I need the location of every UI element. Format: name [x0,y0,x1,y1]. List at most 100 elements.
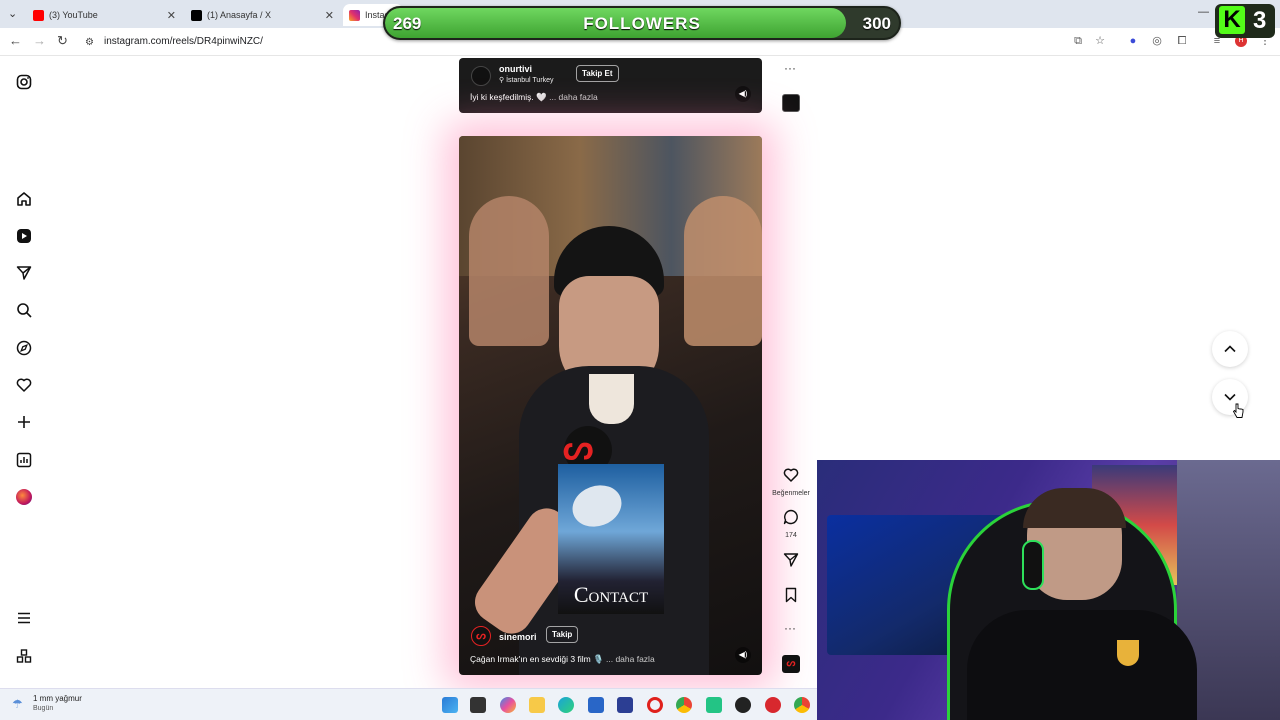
reel-caption: İyi ki keşfedilmiş. 🤍 ... daha fazla [470,92,598,103]
app-icon[interactable] [706,697,722,713]
speaker-icon[interactable]: ◀) [735,86,751,102]
badge-number: 3 [1253,7,1267,34]
rain-cloud-icon: ☂ [12,697,23,711]
comments-count: 174 [785,532,797,539]
kick-logo: K [1219,6,1245,34]
team-crest [1117,640,1139,666]
caption-text: İyi ki keşfedilmiş. 🤍 [470,92,547,102]
tab-x[interactable]: (1) Anasayfa / X ✕ [185,4,340,26]
obs-icon[interactable] [735,697,751,713]
stream-badge: K 3 [1215,4,1275,38]
weather-subtext: Bugün [33,705,54,712]
more-options-icon[interactable]: ··· [784,621,796,635]
save-button[interactable] [780,587,802,608]
tab-label: (3) YouTube [49,10,98,20]
follow-button[interactable]: Takip [546,626,579,643]
bookmark-star-icon[interactable]: ☆ [1094,35,1106,47]
reel-location[interactable]: ⚲ İstanbul Turkey [499,76,554,84]
install-icon[interactable]: ⧉ [1072,35,1084,47]
contact-movie-poster: Contact [558,464,664,614]
reload-icon[interactable]: ↻ [57,34,68,48]
more-link[interactable]: ... daha fazla [549,92,598,102]
avatar[interactable]: ᔕ [471,626,491,646]
task-view-icon[interactable] [470,697,486,713]
site-info-icon[interactable]: ⚙ [85,36,94,50]
poster-face-left [469,196,549,346]
dashboard-icon[interactable] [15,451,33,469]
search-icon[interactable] [15,301,33,319]
follow-button[interactable]: Takip Et [576,65,619,82]
extension-icon[interactable]: ◎ [1151,35,1163,47]
weather-text: 1 mm yağmur [33,694,82,703]
person-shirt [589,374,634,424]
sinemori-logo: ᔕ [563,429,594,467]
speaker-icon[interactable]: ◀) [735,647,751,663]
more-link[interactable]: ... daha fazla [606,654,655,664]
webcam-overlay [817,460,1280,720]
avatar[interactable] [471,66,491,86]
reel-video[interactable]: ᔕ Contact ᔕ sinemori Takip Çağan Irmak'ı… [459,136,762,675]
back-icon[interactable]: ← [9,34,22,48]
comment-icon [783,509,798,525]
reel-username[interactable]: onurtivi [499,64,532,74]
tab-youtube[interactable]: (3) YouTube ✕ [27,4,182,26]
chevron-up-icon [1224,345,1236,353]
tab-label: (1) Anasayfa / X [207,10,272,20]
comment-button[interactable]: 174 [780,509,802,539]
meta-apps-icon[interactable] [15,647,33,665]
followers-label: FOLLOWERS [583,14,701,33]
headset [1022,540,1044,590]
extension-icon[interactable]: ● [1127,35,1139,47]
messages-icon[interactable] [15,264,33,282]
home-icon[interactable] [15,190,33,208]
app-icon[interactable] [765,697,781,713]
copilot-icon[interactable] [500,697,516,713]
windows-taskbar [0,688,817,720]
reels-icon[interactable] [15,227,33,245]
audio-thumbnail[interactable] [782,94,800,112]
chevron-down-icon [1224,393,1236,401]
forward-icon[interactable]: → [33,34,46,48]
profile-avatar-icon[interactable] [15,488,33,506]
chrome-icon[interactable] [794,697,810,713]
heart-icon [783,468,799,482]
file-explorer-icon[interactable] [529,697,545,713]
extensions-puzzle-icon[interactable]: ⧠ [1176,35,1188,47]
edge-icon[interactable] [558,697,574,713]
notifications-heart-icon[interactable] [15,376,33,394]
chrome-icon[interactable] [676,697,692,713]
close-icon[interactable]: ✕ [167,9,176,22]
share-icon [783,553,799,567]
explore-icon[interactable] [15,339,33,357]
create-plus-icon[interactable] [15,413,33,431]
poster-title: Contact [573,582,649,607]
store-icon[interactable] [588,697,604,713]
address-bar[interactable]: instagram.com/reels/DR4pinwiNZC/ [104,36,263,47]
close-icon[interactable]: ✕ [325,9,334,22]
reel-caption: Çağan Irmak'ın en sevdiği 3 film 🎙️ ... … [470,654,655,665]
start-icon[interactable] [442,697,458,713]
share-button[interactable] [780,552,802,573]
more-menu-icon[interactable] [15,609,33,627]
streamer-shirt [967,610,1197,720]
followers-goal: 300 [862,14,891,33]
like-button[interactable]: Beğenmeler [772,467,810,497]
location-text: İstanbul Turkey [506,77,554,84]
hand-cursor-icon [1232,403,1244,418]
likes-label: Beğenmeler [772,490,810,497]
audio-thumbnail[interactable]: ᔕ [782,655,800,673]
reel-previous[interactable]: onurtivi ⚲ İstanbul Turkey Takip Et İyi … [459,58,762,113]
tab-search-icon[interactable]: ⌄ [8,7,17,20]
youtube-icon [33,9,44,21]
instagram-logo-icon[interactable] [15,73,33,91]
opera-icon[interactable] [647,697,663,713]
reel-username[interactable]: sinemori [499,632,537,642]
minimize-icon[interactable]: — [1198,6,1209,18]
previous-reel-button[interactable] [1212,331,1248,367]
more-options-icon[interactable]: ··· [784,61,796,75]
caption-text: Çağan Irmak'ın en sevdiği 3 film 🎙️ [470,654,604,664]
bookmark-icon [785,587,797,603]
app-icon[interactable] [617,697,633,713]
instagram-icon [349,9,360,21]
poster-face-right [684,196,762,346]
